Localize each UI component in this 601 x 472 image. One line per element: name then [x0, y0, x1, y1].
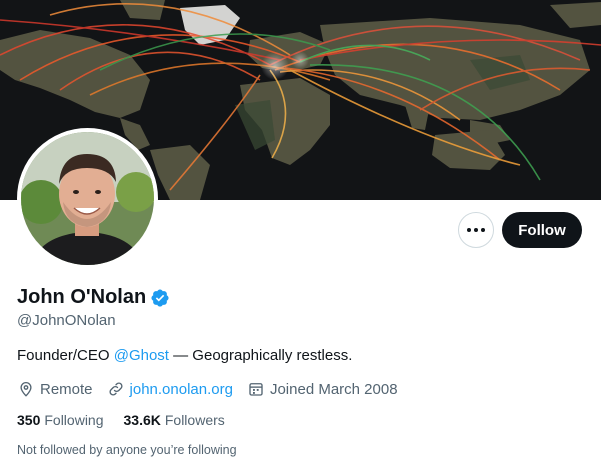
profile-header: Follow John O'Nolan @JohnONolan Founder/…: [0, 0, 601, 472]
location-item: Remote: [17, 380, 93, 398]
followed-by-note: Not followed by anyone you’re following: [17, 443, 237, 457]
following-link[interactable]: 350 Following: [17, 412, 104, 428]
followers-link[interactable]: 33.6K Followers: [124, 412, 225, 428]
more-options-button[interactable]: [458, 212, 494, 248]
link-icon: [109, 382, 123, 396]
more-dot: [481, 228, 485, 232]
followers-label: Followers: [164, 412, 225, 428]
calendar-icon: [249, 383, 263, 396]
following-count: 350: [17, 412, 41, 428]
joined-item: Joined March 2008: [247, 380, 398, 398]
profile-avatar[interactable]: [17, 128, 158, 269]
bio-suffix: — Geographically restless.: [168, 347, 353, 364]
display-name: John O'Nolan: [17, 286, 147, 308]
profile-meta: Remote john.onolan.org Joined March 2008: [17, 380, 412, 398]
joined-text: Joined March 2008: [269, 380, 398, 398]
bio: Founder/CEO @Ghost — Geographically rest…: [17, 347, 352, 364]
website-link[interactable]: john.onolan.org: [130, 381, 233, 398]
more-horizontal-icon: [467, 228, 471, 232]
following-label: Following: [44, 412, 104, 428]
location-text: Remote: [40, 380, 93, 398]
website-item[interactable]: john.onolan.org: [107, 380, 233, 398]
more-dot: [474, 228, 478, 232]
verified-badge-icon[interactable]: [150, 288, 170, 308]
followers-count: 33.6K: [123, 412, 161, 428]
follow-button[interactable]: Follow: [502, 212, 582, 248]
name-row: John O'Nolan: [17, 286, 170, 309]
location-pin-icon: [20, 382, 32, 397]
follow-stats: 350 Following 33.6K Followers: [17, 412, 245, 428]
bio-mention-link[interactable]: @Ghost: [114, 347, 169, 364]
handle: @JohnONolan: [17, 312, 116, 329]
avatar-photo-image: [21, 132, 154, 265]
bio-prefix: Founder/CEO: [17, 347, 114, 364]
